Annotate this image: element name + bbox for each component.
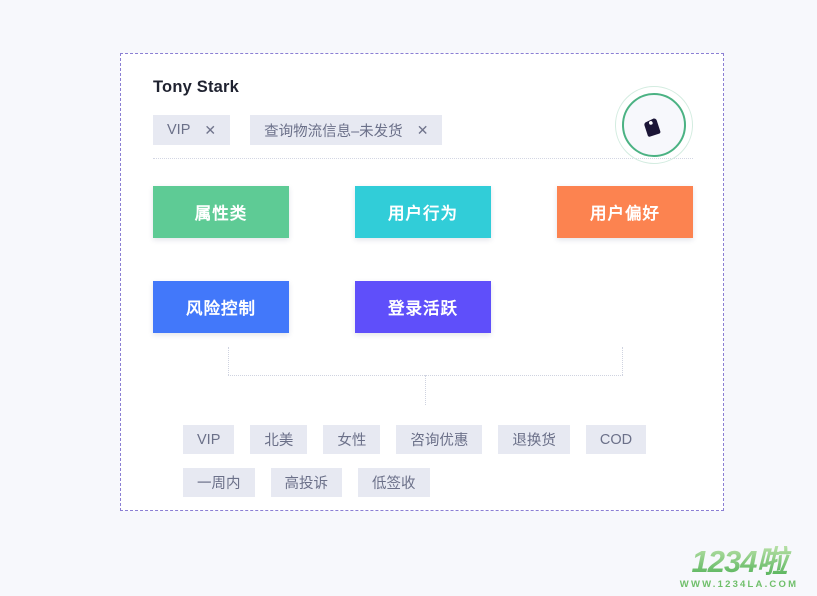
category-block-login-activity[interactable]: 登录活跃	[355, 281, 491, 333]
header-chip-row: VIP ✕ 查询物流信息–未发货 ✕	[153, 115, 443, 145]
price-tag-icon	[644, 118, 661, 137]
avatar	[615, 86, 693, 164]
panel-header: Tony Stark VIP ✕ 查询物流信息–未发货 ✕	[121, 54, 723, 164]
watermark: 1234啦 WWW.1234LA.COM	[669, 546, 809, 590]
tag-chip-high-complaints[interactable]: 高投诉	[270, 468, 342, 497]
connector-center-drop	[425, 375, 426, 405]
connector-bracket	[228, 347, 623, 423]
connector-left-stub	[228, 347, 229, 375]
watermark-url: WWW.1234LA.COM	[679, 579, 799, 590]
header-chip-vip[interactable]: VIP ✕	[153, 115, 231, 145]
tag-chip-within-one-week[interactable]: 一周内	[183, 468, 255, 497]
header-chip-label: 查询物流信息–未发货	[264, 123, 403, 140]
header-divider	[153, 158, 693, 159]
page-title: Tony Stark	[153, 78, 240, 96]
user-profile-panel: Tony Stark VIP ✕ 查询物流信息–未发货 ✕ 属性类 用户行为 用…	[120, 53, 724, 511]
category-row-primary: 属性类 用户行为 用户偏好	[153, 186, 693, 238]
close-icon[interactable]: ✕	[204, 123, 216, 137]
category-block-risk-control[interactable]: 风险控制	[153, 281, 289, 333]
tag-chip-vip[interactable]: VIP	[183, 425, 235, 454]
header-chip-label: VIP	[167, 122, 191, 138]
category-block-user-behavior[interactable]: 用户行为	[355, 186, 491, 238]
header-chip-logistics-query[interactable]: 查询物流信息–未发货 ✕	[250, 115, 443, 145]
category-block-user-preference[interactable]: 用户偏好	[557, 186, 693, 238]
tag-chip-north-america[interactable]: 北美	[250, 425, 308, 454]
tag-chip-list: VIP 北美 女性 咨询优惠 退换货 COD 一周内 高投诉 低签收	[183, 425, 683, 497]
connector-horizontal	[228, 375, 623, 376]
tag-chip-female[interactable]: 女性	[323, 425, 381, 454]
tag-chip-low-signoff[interactable]: 低签收	[358, 468, 430, 497]
connector-right-stub	[622, 347, 623, 375]
watermark-logo: 1234啦	[669, 546, 809, 577]
category-block-attributes[interactable]: 属性类	[153, 186, 289, 238]
close-icon[interactable]: ✕	[417, 123, 429, 137]
tag-chip-discount-inquiry[interactable]: 咨询优惠	[396, 425, 483, 454]
category-row-secondary: 风险控制 登录活跃	[153, 281, 491, 333]
tag-chip-returns[interactable]: 退换货	[498, 425, 570, 454]
tag-chip-cod[interactable]: COD	[585, 425, 647, 454]
